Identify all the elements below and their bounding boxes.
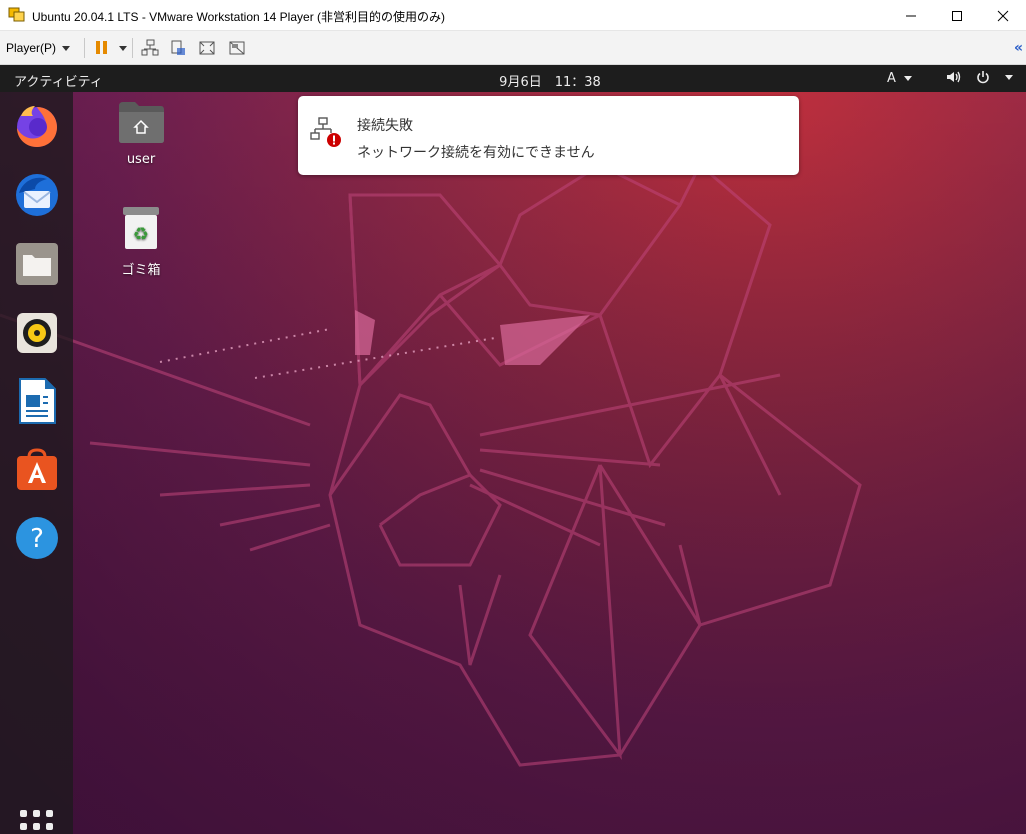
window-titlebar: Ubuntu 20.04.1 LTS - VMware Workstation …	[0, 0, 1026, 31]
maximize-icon	[952, 10, 962, 21]
network-devices-icon	[141, 39, 159, 56]
help-icon: ?	[16, 517, 58, 559]
minimize-button[interactable]	[888, 0, 934, 31]
ubuntu-desktop: アクティビティ 9月6日 11：38 A ? user ♻ ゴミ箱 接続失敗 ネ…	[0, 65, 1026, 834]
chevron-down-icon	[904, 76, 912, 81]
home-folder-icon	[119, 102, 164, 143]
show-applications-button[interactable]	[20, 810, 54, 834]
writer-icon	[19, 378, 56, 424]
notification-banner[interactable]: 接続失敗 ネットワーク接続を有効にできません	[298, 96, 799, 175]
unity-mode-button[interactable]	[227, 38, 247, 58]
close-button[interactable]	[980, 0, 1026, 31]
volume-icon	[947, 71, 961, 83]
vmware-toolbar: Player(P) «	[0, 31, 1026, 65]
removable-devices-button[interactable]	[168, 38, 188, 58]
desktop-icon-label: user	[126, 152, 156, 167]
toolbar-separator	[84, 38, 85, 58]
system-menu[interactable]	[946, 70, 1014, 84]
input-method-indicator[interactable]: A	[887, 71, 896, 86]
network-error-icon	[310, 117, 341, 147]
power-icon	[977, 71, 989, 84]
dock-help[interactable]: ?	[12, 513, 62, 563]
dock-rhythmbox[interactable]	[12, 308, 62, 358]
pause-icon	[96, 41, 127, 54]
desktop-icon-trash[interactable]: ♻ ゴミ箱	[101, 205, 181, 278]
apps-grid-dot	[46, 810, 53, 817]
pause-button[interactable]	[94, 38, 128, 58]
apps-grid-dot	[20, 810, 27, 817]
thunderbird-icon	[16, 174, 58, 216]
notification-title: 接続失敗	[357, 118, 413, 134]
fullscreen-icon	[199, 41, 215, 55]
device-icon	[171, 40, 185, 55]
apps-grid-dot	[46, 823, 53, 830]
trash-icon: ♻	[123, 207, 159, 249]
window-title: Ubuntu 20.04.1 LTS - VMware Workstation …	[32, 10, 446, 24]
toolbar-separator	[132, 38, 133, 58]
unity-icon	[229, 41, 245, 55]
minimize-icon	[906, 15, 916, 16]
chevron-down-icon	[1005, 75, 1013, 80]
close-icon	[997, 10, 1009, 21]
desktop-icon-home[interactable]: user	[101, 100, 181, 167]
fullscreen-button[interactable]	[197, 38, 217, 58]
dock-files[interactable]	[12, 239, 62, 289]
dock-libreoffice-writer[interactable]	[12, 376, 62, 426]
collapse-toolbar-icon[interactable]: «	[1014, 40, 1023, 56]
wallpaper-image	[0, 65, 1026, 834]
dock-thunderbird[interactable]	[12, 170, 62, 220]
send-ctrl-alt-del-button[interactable]	[140, 38, 160, 58]
svg-text:?: ?	[30, 524, 44, 554]
player-menu-label: Player(P)	[6, 41, 57, 55]
ubuntu-dock: ?	[0, 92, 73, 834]
clock-menu[interactable]: 9月6日 11：38	[0, 71, 1026, 90]
rhythmbox-icon	[17, 313, 57, 353]
dock-firefox[interactable]	[12, 101, 62, 151]
svg-text:♻: ♻	[133, 224, 149, 245]
maximize-button[interactable]	[934, 0, 980, 31]
apps-grid-dot	[33, 823, 40, 830]
ubuntu-top-bar: アクティビティ 9月6日 11：38 A	[0, 65, 1026, 92]
notification-body: ネットワーク接続を有効にできません	[357, 145, 595, 161]
vmware-app-icon	[8, 7, 25, 22]
firefox-icon	[17, 106, 57, 147]
files-icon	[16, 243, 58, 285]
apps-grid-dot	[33, 810, 40, 817]
software-icon	[17, 448, 57, 490]
player-menu[interactable]: Player(P)	[6, 39, 71, 57]
chevron-down-icon	[62, 45, 71, 51]
dock-ubuntu-software[interactable]	[12, 445, 62, 495]
apps-grid-dot	[20, 823, 27, 830]
desktop-icon-label: ゴミ箱	[121, 263, 161, 278]
